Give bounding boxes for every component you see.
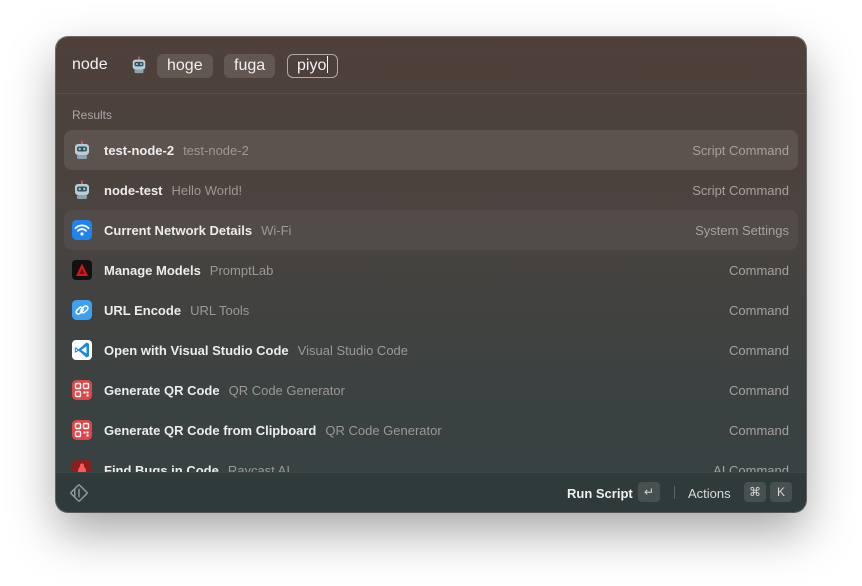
raycast-logo-icon <box>70 484 88 502</box>
list-item[interactable]: Manage Models PromptLab Command <box>64 250 798 290</box>
item-subtitle: Raycast AI <box>227 463 290 472</box>
item-type: Script Command <box>692 183 789 198</box>
qr-code-icon <box>72 420 92 440</box>
bug-icon <box>72 460 92 472</box>
item-type: Script Command <box>692 143 789 158</box>
item-title: test-node-2 test-node-2 <box>104 143 249 158</box>
item-title-text: Generate QR Code from Clipboard <box>104 423 317 438</box>
enter-key-hint: ↵ <box>638 482 660 502</box>
link-icon <box>72 300 92 320</box>
action-bar: Run Script ↵ Actions ⌘ K <box>56 472 806 512</box>
item-type: Command <box>729 263 789 278</box>
actions-button[interactable]: Actions <box>688 486 731 501</box>
item-subtitle: QR Code Generator <box>325 423 442 438</box>
text-caret <box>327 56 329 73</box>
item-type: AI Command <box>713 463 789 472</box>
item-type: Command <box>729 383 789 398</box>
item-subtitle: Wi-Fi <box>261 223 292 238</box>
item-title-text: URL Encode <box>104 303 182 318</box>
robot-icon <box>132 56 146 74</box>
item-title-text: Find Bugs in Code <box>104 463 219 472</box>
command-key-hint: ⌘ <box>744 482 766 502</box>
list-item[interactable]: test-node-2 test-node-2 Script Command <box>64 130 798 170</box>
item-title: Find Bugs in Code Raycast AI <box>104 463 290 472</box>
item-title: URL Encode URL Tools <box>104 303 249 318</box>
item-type: Command <box>729 303 789 318</box>
robot-icon <box>75 180 89 199</box>
search-bar: node hoge fuga piyo <box>56 37 806 94</box>
command-name: node <box>72 56 108 73</box>
qr-code-icon <box>72 380 92 400</box>
list-item[interactable]: Generate QR Code from Clipboard QR Code G… <box>64 410 798 450</box>
k-key-hint: K <box>770 482 792 502</box>
list-item[interactable]: Generate QR Code QR Code Generator Comman… <box>64 370 798 410</box>
argument-field-2[interactable]: fuga <box>224 54 276 78</box>
action-divider <box>674 486 675 499</box>
list-item[interactable]: Open with Visual Studio Code Visual Studi… <box>64 330 798 370</box>
item-title-text: Manage Models <box>104 263 201 278</box>
robot-icon <box>75 140 89 159</box>
list-item[interactable]: URL Encode URL Tools Command <box>64 290 798 330</box>
item-title: node-test Hello World! <box>104 183 242 198</box>
item-subtitle: test-node-2 <box>183 143 249 158</box>
item-subtitle: URL Tools <box>190 303 250 318</box>
results-section-title: Results <box>72 108 113 122</box>
item-subtitle: Hello World! <box>171 183 243 198</box>
item-title: Manage Models PromptLab <box>104 263 273 278</box>
wifi-icon <box>72 220 92 240</box>
list-item[interactable]: Current Network Details Wi-Fi System Sett… <box>64 210 798 250</box>
list-item[interactable]: Find Bugs in Code Raycast AI AI Command <box>64 450 798 472</box>
item-subtitle: PromptLab <box>209 263 274 278</box>
argument-field-3-value: piyo <box>297 57 327 74</box>
vscode-icon <box>72 340 92 360</box>
promptlab-icon <box>72 260 92 280</box>
item-title: Open with Visual Studio Code Visual Studi… <box>104 343 408 358</box>
item-subtitle: Visual Studio Code <box>297 343 409 358</box>
run-script-button[interactable]: Run Script <box>567 486 633 501</box>
launcher-window: node hoge fuga piyo Results test-node-2 … <box>56 37 806 512</box>
list-item[interactable]: node-test Hello World! Script Command <box>64 170 798 210</box>
item-title-text: test-node-2 <box>104 143 175 158</box>
item-title: Generate QR Code QR Code Generator <box>104 383 345 398</box>
argument-field-3[interactable]: piyo <box>287 54 339 78</box>
item-type: Command <box>729 423 789 438</box>
results-list[interactable]: test-node-2 test-node-2 Script Command no… <box>56 129 806 472</box>
item-type: System Settings <box>695 223 789 238</box>
argument-field-1[interactable]: hoge <box>157 54 213 78</box>
item-title-text: Current Network Details <box>104 223 253 238</box>
item-title-text: Open with Visual Studio Code <box>104 343 289 358</box>
item-type: Command <box>729 343 789 358</box>
item-subtitle: QR Code Generator <box>228 383 345 398</box>
item-title-text: node-test <box>104 183 163 198</box>
item-title-text: Generate QR Code <box>104 383 220 398</box>
item-title: Generate QR Code from Clipboard QR Code G… <box>104 423 442 438</box>
item-title: Current Network Details Wi-Fi <box>104 223 291 238</box>
